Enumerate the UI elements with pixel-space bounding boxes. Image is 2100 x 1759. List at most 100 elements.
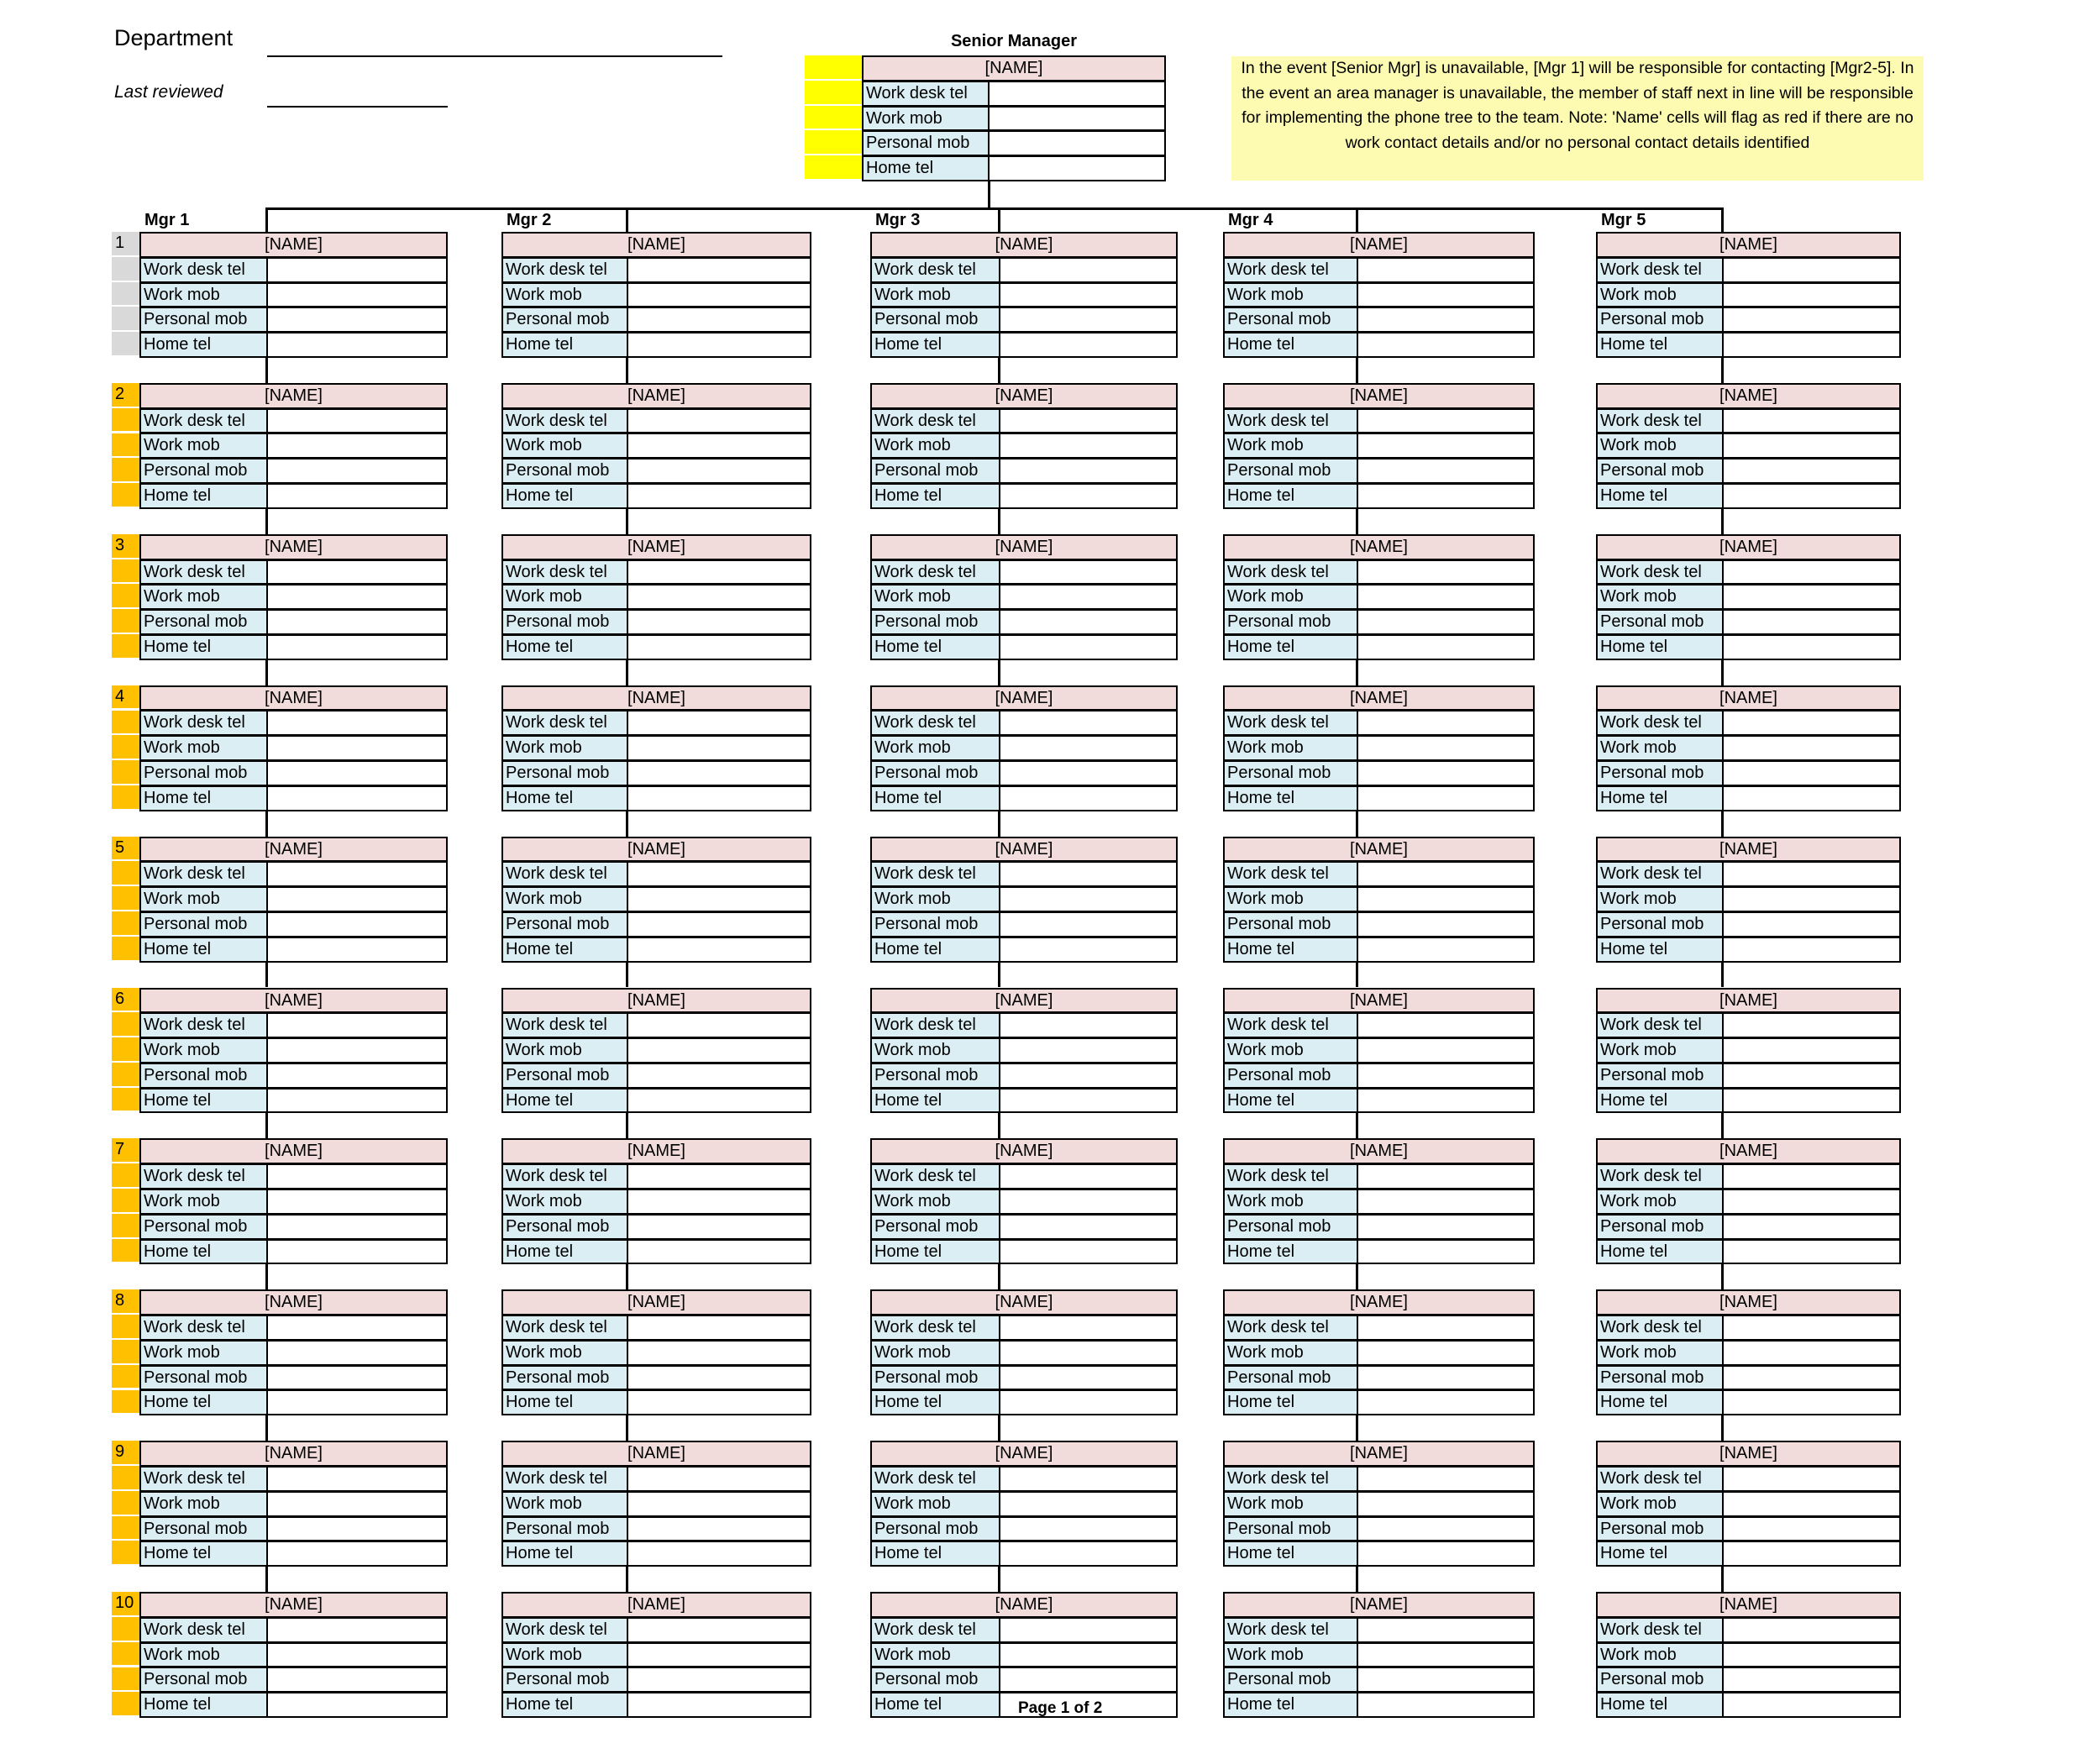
field-value[interactable] xyxy=(999,710,1178,737)
field-value[interactable] xyxy=(999,1490,1178,1517)
field-value[interactable] xyxy=(1357,1315,1535,1341)
field-value[interactable] xyxy=(999,407,1178,434)
name-cell[interactable]: [NAME] xyxy=(501,382,811,409)
field-value[interactable] xyxy=(999,1641,1178,1668)
field-value[interactable] xyxy=(627,1641,811,1668)
field-value[interactable] xyxy=(266,433,448,459)
field-value[interactable] xyxy=(999,1465,1178,1492)
field-value[interactable] xyxy=(1722,1163,1901,1189)
name-cell[interactable]: [NAME] xyxy=(501,685,811,711)
field-value[interactable] xyxy=(999,1515,1178,1542)
field-value[interactable] xyxy=(1722,710,1901,737)
field-value[interactable] xyxy=(627,407,811,434)
field-value[interactable] xyxy=(1357,1087,1535,1114)
name-cell[interactable]: [NAME] xyxy=(1596,1441,1901,1467)
field-value[interactable] xyxy=(266,1339,448,1366)
field-value[interactable] xyxy=(627,1339,811,1366)
field-value[interactable] xyxy=(627,458,811,485)
field-value[interactable] xyxy=(1722,1062,1901,1089)
field-value[interactable] xyxy=(627,1213,811,1240)
field-value[interactable] xyxy=(627,861,811,888)
field-value[interactable] xyxy=(999,1213,1178,1240)
department-input-line[interactable] xyxy=(267,55,722,57)
field-value[interactable] xyxy=(266,1062,448,1089)
field-value[interactable] xyxy=(999,936,1178,963)
field-value[interactable] xyxy=(1357,1641,1535,1668)
field-value[interactable] xyxy=(999,1667,1178,1693)
name-cell[interactable]: [NAME] xyxy=(870,836,1178,863)
field-value[interactable] xyxy=(999,1389,1178,1416)
field-value[interactable] xyxy=(1357,785,1535,811)
senior-field-value[interactable] xyxy=(988,130,1166,157)
field-value[interactable] xyxy=(999,332,1178,358)
field-value[interactable] xyxy=(1722,1541,1901,1567)
field-value[interactable] xyxy=(266,1037,448,1063)
field-value[interactable] xyxy=(999,861,1178,888)
field-value[interactable] xyxy=(627,307,811,333)
field-value[interactable] xyxy=(627,1389,811,1416)
field-value[interactable] xyxy=(1722,1087,1901,1114)
field-value[interactable] xyxy=(266,911,448,937)
field-value[interactable] xyxy=(627,1012,811,1039)
field-value[interactable] xyxy=(1357,1490,1535,1517)
field-value[interactable] xyxy=(1722,911,1901,937)
field-value[interactable] xyxy=(999,1037,1178,1063)
field-value[interactable] xyxy=(999,1339,1178,1366)
name-cell[interactable]: [NAME] xyxy=(1596,232,1901,258)
name-cell[interactable]: [NAME] xyxy=(870,1592,1178,1618)
field-value[interactable] xyxy=(627,1490,811,1517)
name-cell[interactable]: [NAME] xyxy=(1223,1138,1535,1165)
field-value[interactable] xyxy=(627,1163,811,1189)
field-value[interactable] xyxy=(999,1541,1178,1567)
field-value[interactable] xyxy=(1722,1465,1901,1492)
field-value[interactable] xyxy=(1357,710,1535,737)
field-value[interactable] xyxy=(999,1188,1178,1215)
field-value[interactable] xyxy=(1357,281,1535,308)
field-value[interactable] xyxy=(266,1163,448,1189)
field-value[interactable] xyxy=(1722,609,1901,635)
field-value[interactable] xyxy=(266,1012,448,1039)
field-value[interactable] xyxy=(1722,633,1901,660)
last-reviewed-input-line[interactable] xyxy=(267,106,448,108)
field-value[interactable] xyxy=(1722,433,1901,459)
field-value[interactable] xyxy=(1722,861,1901,888)
field-value[interactable] xyxy=(627,332,811,358)
field-value[interactable] xyxy=(1357,861,1535,888)
field-value[interactable] xyxy=(999,1616,1178,1643)
field-value[interactable] xyxy=(1357,1213,1535,1240)
field-value[interactable] xyxy=(627,281,811,308)
field-value[interactable] xyxy=(1357,1616,1535,1643)
field-value[interactable] xyxy=(1357,1188,1535,1215)
field-value[interactable] xyxy=(1357,407,1535,434)
field-value[interactable] xyxy=(266,1389,448,1416)
name-cell[interactable]: [NAME] xyxy=(870,1289,1178,1316)
field-value[interactable] xyxy=(627,433,811,459)
field-value[interactable] xyxy=(1722,760,1901,786)
name-cell[interactable]: [NAME] xyxy=(139,1592,448,1618)
field-value[interactable] xyxy=(1357,886,1535,912)
senior-field-value[interactable] xyxy=(988,105,1166,132)
name-cell[interactable]: [NAME] xyxy=(1223,533,1535,560)
field-value[interactable] xyxy=(1722,332,1901,358)
field-value[interactable] xyxy=(1722,307,1901,333)
name-cell[interactable]: [NAME] xyxy=(870,382,1178,409)
field-value[interactable] xyxy=(627,1062,811,1089)
field-value[interactable] xyxy=(999,609,1178,635)
name-cell[interactable]: [NAME] xyxy=(501,1592,811,1618)
field-value[interactable] xyxy=(1722,584,1901,611)
field-value[interactable] xyxy=(1722,256,1901,283)
name-cell[interactable]: [NAME] xyxy=(139,836,448,863)
field-value[interactable] xyxy=(1722,1490,1901,1517)
field-value[interactable] xyxy=(1357,633,1535,660)
field-value[interactable] xyxy=(266,1616,448,1643)
field-value[interactable] xyxy=(1357,760,1535,786)
name-cell[interactable]: [NAME] xyxy=(501,1289,811,1316)
field-value[interactable] xyxy=(1357,483,1535,509)
senior-field-value[interactable] xyxy=(988,155,1166,181)
field-value[interactable] xyxy=(266,407,448,434)
name-cell[interactable]: [NAME] xyxy=(1223,1289,1535,1316)
field-value[interactable] xyxy=(266,1667,448,1693)
field-value[interactable] xyxy=(1357,559,1535,585)
field-value[interactable] xyxy=(1357,1465,1535,1492)
name-cell[interactable]: [NAME] xyxy=(501,987,811,1014)
